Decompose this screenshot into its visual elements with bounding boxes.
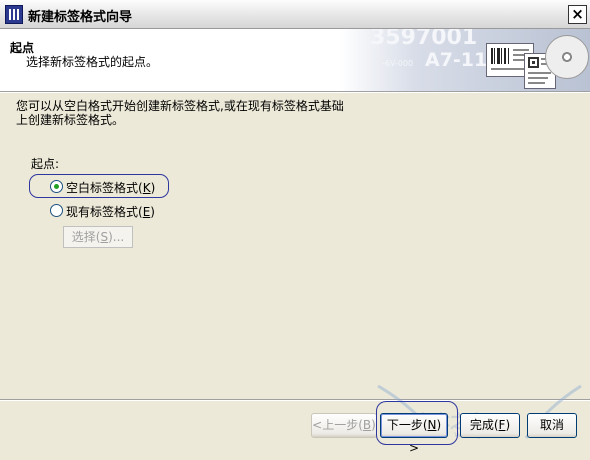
disc-icon <box>545 35 589 79</box>
radio-circle-icon[interactable] <box>50 204 63 217</box>
radio-blank-label: 空白标签格式(K) <box>66 181 156 195</box>
app-icon <box>5 5 23 24</box>
cancel-button[interactable]: 取消 <box>527 413 577 438</box>
select-button[interactable]: 选择(S)... <box>63 226 133 248</box>
wizard-header: 起点 选择新标签格式的起点。 3597001 A7-118 -6V-000 <box>0 29 590 91</box>
window-title: 新建标签格式向导 <box>28 10 133 25</box>
start-point-label: 起点: <box>31 157 60 171</box>
banner-number-1: 3597001 <box>370 29 478 50</box>
wizard-window: 新建标签格式向导 × 起点 选择新标签格式的起点。 3597001 A7-118… <box>0 0 590 455</box>
radio-dot-icon[interactable] <box>50 180 63 193</box>
header-separator <box>0 91 590 93</box>
description-text: 您可以从空白格式开始创建新标签格式,或在现有标签格式基础上创建新标签格式。 <box>16 99 344 127</box>
close-button[interactable]: × <box>568 5 587 24</box>
header-banner-image: 3597001 A7-118 -6V-000 <box>340 29 590 91</box>
back-button[interactable]: <上一步(B) <box>311 413 377 438</box>
next-button-highlight <box>376 401 458 445</box>
finish-button[interactable]: 完成(F) <box>460 413 520 438</box>
radio-existing-label: 现有标签格式(E) <box>66 205 155 219</box>
header-subtitle: 选择新标签格式的起点。 <box>26 55 159 69</box>
banner-number-3: -6V-000 <box>382 59 414 68</box>
title-bar: 新建标签格式向导 × <box>0 0 590 29</box>
button-separator <box>0 399 590 401</box>
